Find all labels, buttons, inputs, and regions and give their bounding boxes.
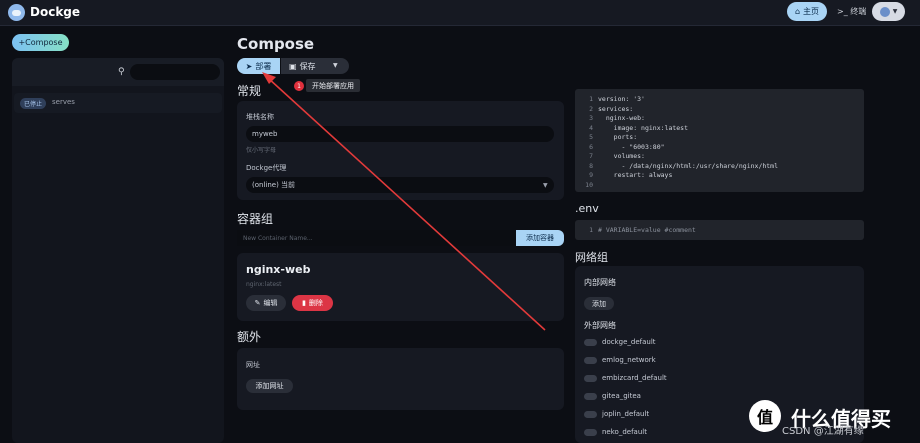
deploy-label: 部署 (255, 61, 272, 71)
terminal-icon: >_ (837, 7, 848, 16)
home-label: 主页 (803, 7, 820, 16)
network-name: dockge_default (602, 338, 656, 346)
network-name: emlog_network (602, 356, 656, 364)
extra-heading: 额外 (237, 330, 262, 344)
network-name: joplin_default (602, 410, 650, 418)
network-toggle[interactable] (584, 375, 597, 382)
home-icon: ⌂ (794, 7, 801, 16)
code-line: 6 - "6003:80" (589, 142, 665, 151)
code-line: 2 services: (589, 104, 634, 113)
network-name: neko_default (602, 428, 647, 436)
terminal-label: 终端 (850, 7, 867, 16)
annotation-tooltip: 开始部署应用 (306, 79, 360, 92)
env-editor[interactable]: 1 # VARIABLE=value #comment (575, 220, 864, 240)
page-title: Compose (237, 35, 315, 53)
rocket-icon: ➤ (245, 61, 253, 71)
code-line: 9 restart: always (589, 171, 673, 179)
new-container-input[interactable]: New Container Name... (237, 230, 516, 246)
new-compose-button[interactable]: + Compose (12, 34, 69, 51)
external-networks-label: 外部网络 (584, 321, 616, 330)
add-network-button[interactable]: 添加 (584, 297, 614, 310)
watermark-logo-icon: 值 (749, 400, 781, 432)
general-heading: 常规 (237, 84, 262, 98)
save-dropdown-chevron-icon[interactable]: ▼ (333, 62, 338, 69)
dockge-logo-icon[interactable] (8, 4, 25, 21)
annotation-step-badge: 1 (294, 81, 304, 91)
save-icon: ▣ (289, 61, 297, 71)
stack-name: serves (52, 98, 75, 106)
code-line: 5 ports: (589, 133, 638, 141)
agent-select-chevron-icon: ▼ (543, 182, 548, 189)
network-name: embizcard_default (602, 374, 667, 382)
service-image: nginx:latest (246, 281, 282, 288)
chevron-down-icon: ▼ (892, 8, 898, 15)
compose-label: Compose (25, 38, 63, 47)
code-line: 7 volumes: (589, 152, 645, 160)
code-line: 4 image: nginx:latest (589, 123, 689, 132)
edit-icon: ✎ (254, 299, 261, 307)
plus-icon: + (18, 38, 26, 47)
code-line: 1 # VARIABLE=value #comment (589, 226, 696, 234)
network-toggle[interactable] (584, 357, 597, 364)
user-menu-button[interactable]: ▼ (872, 2, 905, 21)
code-line: 3 nginx-web: (589, 114, 645, 122)
search-icon: ⚲ (118, 67, 125, 77)
code-line: 1 version: '3' (589, 95, 645, 103)
network-toggle[interactable] (584, 339, 597, 346)
status-badge: 已停止 (20, 98, 47, 109)
agent-select[interactable]: (online) 当前 (246, 177, 554, 193)
delete-label: 删除 (308, 299, 323, 307)
trash-icon: ▮ (302, 299, 306, 307)
save-label: 保存 (299, 61, 316, 71)
stack-name-label: 堆栈名称 (246, 113, 274, 121)
app-title[interactable]: Dockge (30, 5, 80, 19)
watermark-subtext: CSDN @江湖有缘 (782, 426, 864, 437)
terminal-link[interactable]: >_ 终端 (837, 6, 866, 17)
service-name: nginx-web (246, 263, 311, 276)
deploy-button[interactable]: ➤ 部署 (237, 58, 280, 74)
avatar (879, 6, 890, 17)
code-line: 8 - /data/nginx/html:/usr/share/nginx/ht… (589, 161, 779, 170)
add-url-button[interactable]: 添加网址 (246, 379, 293, 393)
compose-yaml-editor[interactable]: 1 version: '3' 2 services: 3 nginx-web: 4 … (575, 89, 864, 192)
delete-button[interactable]: ▮ 删除 (292, 295, 333, 311)
network-name: gitea_gitea (602, 392, 641, 400)
add-container-button[interactable]: 添加容器 (516, 230, 564, 246)
stack-list-panel (12, 58, 224, 443)
edit-button[interactable]: ✎ 编辑 (246, 295, 286, 311)
network-toggle[interactable] (584, 429, 597, 436)
agent-label: Dockge代理 (246, 164, 287, 172)
containers-heading: 容器组 (237, 212, 274, 226)
network-toggle[interactable] (584, 411, 597, 418)
edit-label: 编辑 (263, 299, 278, 307)
networks-heading: 网络组 (575, 251, 608, 264)
env-title: .env (575, 202, 599, 215)
stack-name-help: 仅小写字母 (246, 147, 277, 154)
stack-name-input[interactable]: myweb (246, 126, 554, 142)
url-label: 网址 (246, 361, 260, 369)
network-toggle[interactable] (584, 393, 597, 400)
search-input[interactable] (130, 64, 220, 80)
code-line: 10 (585, 180, 593, 189)
internal-networks-label: 内部网络 (584, 278, 616, 287)
home-button[interactable]: ⌂ 主页 (787, 2, 827, 21)
save-button[interactable]: ▣ 保存 (281, 58, 349, 74)
app-header (0, 0, 920, 26)
